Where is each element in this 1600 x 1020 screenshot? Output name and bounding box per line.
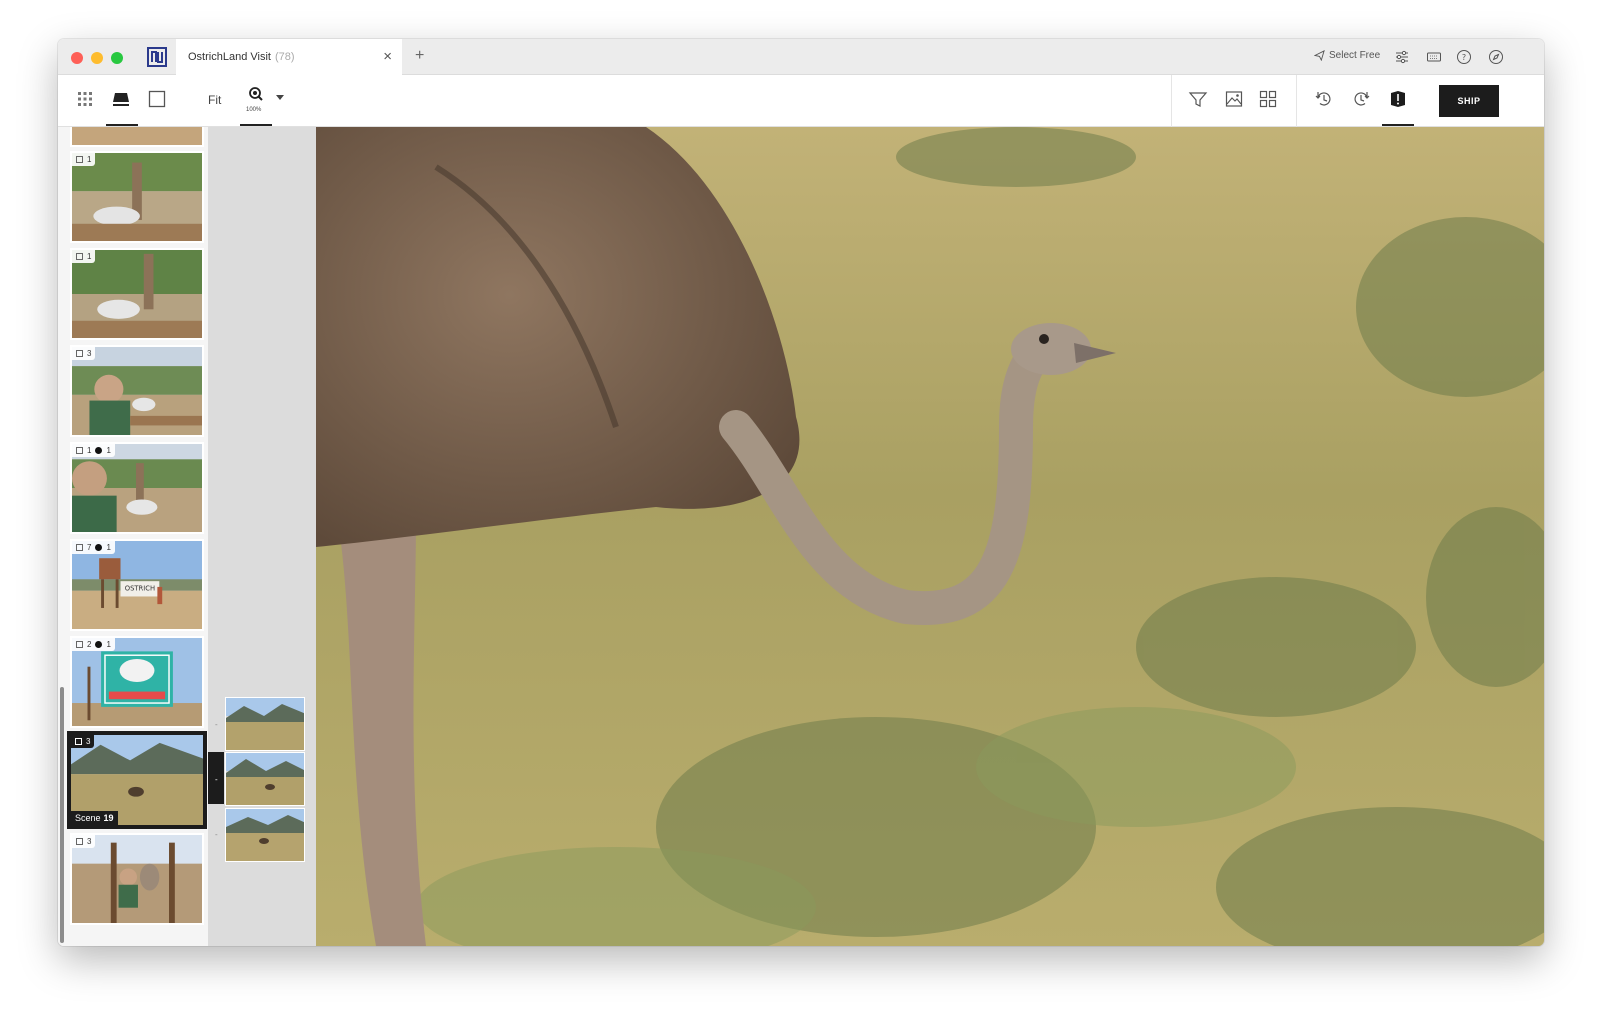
- filmstrip-view-icon[interactable]: [111, 89, 131, 109]
- scene-filmstrip: - - -: [208, 127, 316, 946]
- filmstrip-frame[interactable]: [225, 697, 305, 751]
- thumbnail-item-selected[interactable]: 3 Scene 19: [67, 731, 207, 829]
- paper-plane-icon: [1314, 50, 1325, 61]
- main-photo: [316, 127, 1544, 946]
- zoom-level: 100%: [246, 107, 262, 113]
- thumbnail-badge: 3: [71, 735, 95, 748]
- zoom-underline: [240, 124, 272, 126]
- image-count-icon: [76, 156, 83, 163]
- thumbnail-image: [72, 835, 202, 923]
- app-logo-icon: [147, 47, 167, 67]
- flag-icon[interactable]: [1388, 89, 1408, 109]
- scene-label: Scene 19: [71, 811, 118, 825]
- photo-viewer[interactable]: [316, 127, 1544, 946]
- close-icon[interactable]: ×: [383, 48, 392, 65]
- thumbnail-image: [72, 153, 202, 241]
- thumbnail-sidebar[interactable]: 1 1 3 11 OSTRICH 71 21 3 Scene 19 3: [58, 127, 208, 946]
- thumbnail-image: [72, 638, 202, 726]
- select-free-button[interactable]: Select Free: [1314, 50, 1380, 61]
- main-toolbar: Fit 100% SHIP: [58, 75, 1544, 127]
- tab-count: (78): [274, 51, 295, 63]
- flag-underline: [1382, 124, 1414, 126]
- thumbnail-badge: 3: [72, 347, 96, 360]
- flag-dot-icon: [95, 447, 103, 454]
- maximize-window-button[interactable]: [111, 52, 123, 64]
- toolbar-divider: [1296, 75, 1297, 127]
- title-bar: OstrichLand Visit (78) × + Select Free ?: [58, 39, 1544, 75]
- thumbnail-badge: 71: [72, 541, 115, 554]
- image-count-icon: [76, 253, 83, 260]
- thumbnail-item[interactable]: 1: [70, 151, 204, 243]
- image-count-icon: [76, 838, 83, 845]
- thumbnail-item[interactable]: 3: [70, 833, 204, 925]
- filmstrip-frame[interactable]: [225, 808, 305, 862]
- document-tab[interactable]: OstrichLand Visit (78) ×: [176, 39, 402, 75]
- tab-title: OstrichLand Visit (78): [188, 51, 295, 63]
- thumbnail-item[interactable]: 3: [70, 345, 204, 437]
- history-icon[interactable]: [1351, 89, 1371, 109]
- select-free-label: Select Free: [1329, 50, 1381, 61]
- filter-icon[interactable]: [1188, 89, 1208, 109]
- chevron-down-icon[interactable]: [274, 93, 286, 103]
- thumbnail-item[interactable]: 11: [70, 442, 204, 534]
- svg-text:?: ?: [1462, 53, 1466, 62]
- thumbnail-badge: 21: [72, 638, 115, 651]
- help-icon[interactable]: ?: [1456, 49, 1472, 65]
- thumbnail-item[interactable]: 21: [70, 636, 204, 728]
- thumbnail-image: OSTRICH: [72, 541, 202, 629]
- image-count-icon: [76, 350, 83, 357]
- svg-text:OSTRICH: OSTRICH: [125, 585, 155, 593]
- flag-dot-icon: [95, 641, 103, 648]
- flag-dot-icon: [95, 544, 103, 551]
- thumbnail-image: [72, 127, 202, 145]
- app-window: OstrichLand Visit (78) × + Select Free ? …: [58, 39, 1544, 946]
- thumbnail-image: [72, 250, 202, 338]
- sliders-icon[interactable]: [1394, 49, 1410, 65]
- active-view-underline: [106, 124, 138, 126]
- fit-button[interactable]: Fit: [208, 93, 221, 107]
- frame-image: [226, 809, 304, 861]
- frame-mark: -: [215, 775, 218, 784]
- scene-number: 19: [103, 813, 114, 823]
- grid-icon[interactable]: [75, 89, 95, 109]
- image-count-icon: [76, 544, 83, 551]
- thumbnail-badge: 3: [72, 835, 96, 848]
- thumbnail-top-partial[interactable]: [70, 127, 204, 147]
- sidebar-scrollbar[interactable]: [60, 687, 64, 943]
- frame-image: [226, 753, 304, 805]
- keyboard-icon[interactable]: [1426, 49, 1442, 65]
- image-count-icon: [76, 641, 83, 648]
- plus-icon[interactable]: +: [415, 47, 424, 65]
- compass-icon[interactable]: [1488, 49, 1504, 65]
- filmstrip-frame[interactable]: [225, 752, 305, 806]
- thumbnail-item[interactable]: OSTRICH 71: [70, 539, 204, 631]
- thumbnail-item[interactable]: 1: [70, 248, 204, 340]
- single-view-icon[interactable]: [147, 89, 167, 109]
- thumbnail-image: [72, 347, 202, 435]
- ship-button[interactable]: SHIP: [1439, 85, 1499, 117]
- tiles-icon[interactable]: [1258, 89, 1278, 109]
- image-count-icon: [76, 447, 83, 454]
- thumbnail-badge: 1: [72, 153, 96, 166]
- image-compare-icon[interactable]: [1224, 89, 1244, 109]
- close-window-button[interactable]: [71, 52, 83, 64]
- frame-mark: -: [215, 720, 218, 729]
- thumbnail-image: [72, 444, 202, 532]
- sort-desc-icon[interactable]: [1314, 89, 1334, 109]
- thumbnail-badge: 11: [72, 444, 115, 457]
- toolbar-divider: [1171, 75, 1172, 127]
- image-count-icon: [75, 738, 82, 745]
- zoom-icon[interactable]: [246, 85, 266, 105]
- thumbnail-badge: 1: [72, 250, 96, 263]
- minimize-window-button[interactable]: [91, 52, 103, 64]
- frame-image: [226, 698, 304, 750]
- frame-mark: -: [215, 830, 218, 839]
